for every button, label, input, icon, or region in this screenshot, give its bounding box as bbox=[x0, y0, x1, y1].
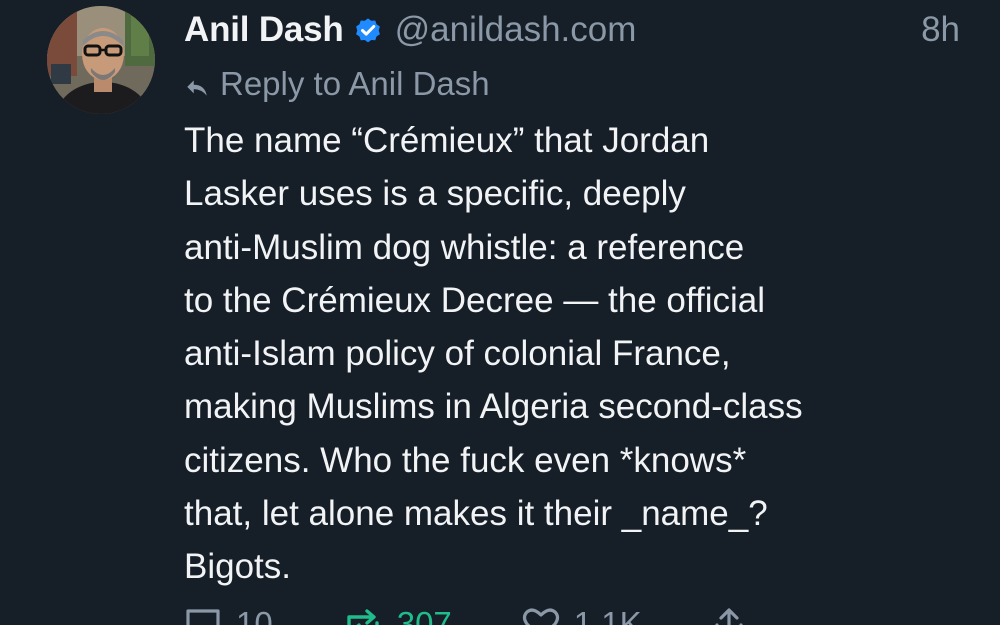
share-button[interactable] bbox=[712, 607, 760, 625]
repost-count: 307 bbox=[396, 605, 452, 625]
reply-count: 10 bbox=[236, 605, 273, 625]
repost-icon bbox=[347, 609, 379, 625]
avatar[interactable] bbox=[47, 6, 155, 114]
avatar-image bbox=[47, 6, 155, 114]
post-text-line: Lasker uses is a specific, deeply bbox=[184, 174, 686, 214]
verified-badge-icon bbox=[353, 15, 383, 45]
reply-to-label: Reply to Anil Dash bbox=[220, 65, 490, 102]
post-text-line: anti-Islam policy of colonial France, bbox=[184, 334, 731, 374]
post-text: The name “Crémieux” that Jordan Lasker u… bbox=[184, 114, 974, 594]
like-button[interactable]: 1.1K bbox=[522, 605, 642, 625]
post: Anil Dash @anildash.com 8h Reply to Anil… bbox=[0, 0, 1000, 625]
reply-icon bbox=[186, 609, 220, 625]
post-text-line: Bigots. bbox=[184, 547, 291, 587]
post-text-line: to the Crémieux Decree — the official bbox=[184, 280, 766, 320]
reply-to-link[interactable]: Reply to Anil Dash bbox=[184, 63, 490, 105]
repost-button[interactable]: 307 bbox=[343, 605, 452, 625]
share-icon bbox=[715, 608, 743, 625]
post-actions: 10 307 1.1K bbox=[184, 604, 830, 625]
post-text-line: making Muslims in Algeria second-class bbox=[184, 387, 803, 427]
post-text-line: The name “Crémieux” that Jordan bbox=[184, 121, 710, 160]
post-text-line: citizens. Who the fuck even *knows* bbox=[184, 440, 747, 480]
author-handle[interactable]: @anildash.com bbox=[395, 10, 637, 50]
post-header: Anil Dash @anildash.com bbox=[184, 8, 636, 52]
reply-arrow-icon bbox=[184, 71, 210, 97]
reply-button[interactable]: 10 bbox=[184, 605, 273, 625]
like-count: 1.1K bbox=[573, 605, 642, 625]
like-icon bbox=[522, 608, 559, 625]
post-text-line: anti-Muslim dog whistle: a reference bbox=[184, 227, 745, 267]
post-timestamp[interactable]: 8h bbox=[921, 8, 960, 52]
post-text-line: that, let alone makes it their _name_? bbox=[184, 494, 768, 534]
author-display-name[interactable]: Anil Dash bbox=[184, 10, 344, 50]
